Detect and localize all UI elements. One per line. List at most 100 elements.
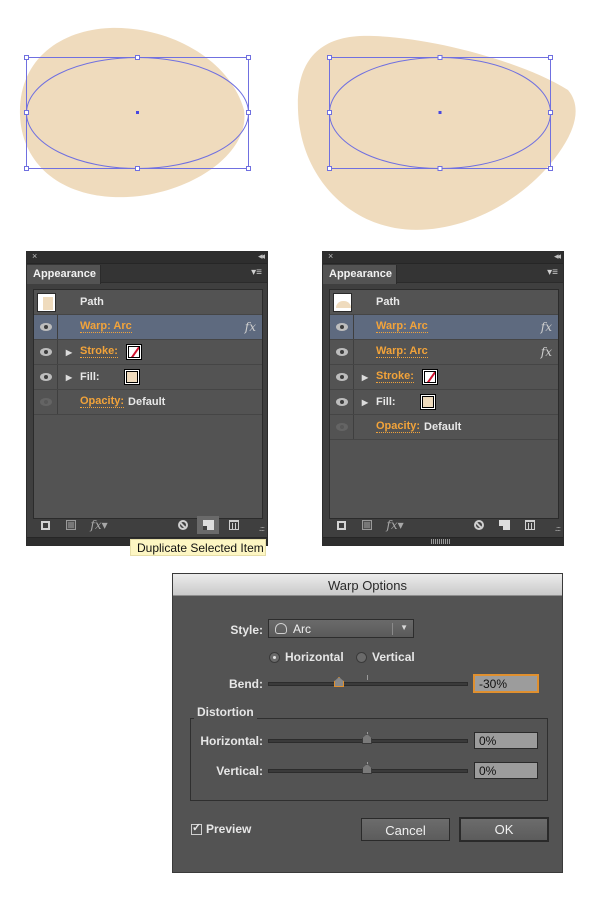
distortion-horizontal-input[interactable]: 0% xyxy=(474,732,538,749)
duplicate-icon xyxy=(498,520,510,530)
appearance-row-stroke[interactable]: ▶ Stroke: xyxy=(330,365,558,390)
visibility-eye-icon[interactable] xyxy=(39,348,52,356)
panel-titlebar[interactable]: × ◂◂ xyxy=(27,251,267,264)
visibility-eye-icon[interactable] xyxy=(335,373,348,381)
appearance-row-stroke[interactable]: ▶ Stroke: xyxy=(34,340,262,365)
stroke-swatch-none-icon[interactable] xyxy=(421,369,438,385)
shape-double-warp[interactable] xyxy=(297,35,576,230)
appearance-panel-left: × ◂◂ Appearance ▾≡ Path Warp: Arc fx ▶ S… xyxy=(26,251,268,546)
fill-square-icon xyxy=(66,520,76,530)
visibility-eye-icon[interactable] xyxy=(335,423,348,431)
appearance-list: Path Warp: Arc fx ▶ Stroke: ▶ Fill: Opac… xyxy=(33,289,263,519)
warp-arc-link[interactable]: Warp: Arc xyxy=(376,346,428,358)
resize-grip-icon[interactable]: .::: xyxy=(555,526,561,533)
duplicate-selected-item-button[interactable] xyxy=(496,517,512,533)
duplicate-selected-item-button[interactable] xyxy=(197,516,219,534)
path-row[interactable]: Path xyxy=(34,290,262,315)
bend-label: Bend: xyxy=(229,677,263,691)
warp-arc-link[interactable]: Warp: Arc xyxy=(80,321,132,333)
fill-swatch[interactable] xyxy=(419,394,436,410)
ok-button[interactable]: OK xyxy=(459,817,549,842)
add-new-stroke-button[interactable] xyxy=(333,517,349,533)
appearance-row-warp-arc[interactable]: Warp: Arc fx xyxy=(330,315,558,340)
shape-single-warp[interactable] xyxy=(19,27,245,198)
stroke-square-icon xyxy=(40,520,50,530)
visibility-eye-icon[interactable] xyxy=(335,348,348,356)
stroke-square-icon xyxy=(336,520,346,530)
opacity-link[interactable]: Opacity: xyxy=(376,421,421,433)
radio-unselected-icon xyxy=(356,651,367,663)
appearance-row-warp-arc-2[interactable]: Warp: Arc fx xyxy=(330,340,558,365)
path-row[interactable]: Path xyxy=(330,290,558,315)
preview-checkbox[interactable]: Preview xyxy=(191,821,251,836)
trash-icon xyxy=(525,520,535,530)
cancel-button[interactable]: Cancel xyxy=(361,818,450,841)
clear-appearance-button[interactable] xyxy=(175,517,191,533)
panel-footer: fx▾ .::: xyxy=(323,515,563,535)
add-effect-button[interactable]: fx▾ xyxy=(383,517,407,533)
bend-slider-track[interactable] xyxy=(268,682,468,686)
collapse-icon[interactable]: ◂◂ xyxy=(554,251,561,262)
visibility-eye-icon[interactable] xyxy=(39,373,52,381)
distortion-group-label: Distortion xyxy=(194,705,257,719)
collapse-icon[interactable]: ◂◂ xyxy=(258,251,265,262)
bend-slider-center-tick xyxy=(367,675,368,680)
distortion-vertical-label: Vertical: xyxy=(216,764,263,778)
opacity-value: Default xyxy=(128,396,166,408)
distortion-group xyxy=(190,718,548,801)
appearance-row-opacity[interactable]: Opacity: Default xyxy=(330,415,558,440)
appearance-row-fill[interactable]: ▶ Fill: xyxy=(34,365,262,390)
panel-resize-handle[interactable] xyxy=(431,539,451,544)
style-select-value: Arc xyxy=(293,621,311,636)
panel-bottom-bar xyxy=(323,537,563,545)
close-icon[interactable]: × xyxy=(328,251,333,261)
radio-vertical[interactable]: Vertical xyxy=(356,650,415,664)
close-icon[interactable]: × xyxy=(32,251,37,261)
expand-triangle-icon[interactable]: ▶ xyxy=(58,373,80,382)
delete-selected-item-button[interactable] xyxy=(226,517,242,533)
visibility-eye-icon[interactable] xyxy=(39,398,52,406)
visibility-eye-icon[interactable] xyxy=(335,398,348,406)
visibility-eye-icon[interactable] xyxy=(335,323,348,331)
opacity-link[interactable]: Opacity: xyxy=(80,396,125,408)
fx-icon: fx xyxy=(540,345,552,359)
expand-triangle-icon[interactable]: ▶ xyxy=(354,373,376,382)
artboard-canvas xyxy=(19,27,576,230)
stroke-link[interactable]: Stroke: xyxy=(80,346,118,358)
fill-square-icon xyxy=(362,520,372,530)
panel-titlebar[interactable]: × ◂◂ xyxy=(323,251,563,264)
bend-input[interactable]: -30% xyxy=(473,674,539,693)
resize-grip-icon[interactable]: .::: xyxy=(259,526,265,533)
style-select[interactable]: Arc ▼ xyxy=(268,619,414,638)
add-new-stroke-button[interactable] xyxy=(37,517,53,533)
path-thumbnail xyxy=(37,292,56,312)
appearance-row-opacity[interactable]: Opacity: Default xyxy=(34,390,262,415)
tab-appearance[interactable]: Appearance xyxy=(323,265,397,284)
add-new-fill-button[interactable] xyxy=(63,517,79,533)
dialog-title: Warp Options xyxy=(173,574,562,596)
panel-menu-icon[interactable]: ▾≡ xyxy=(251,267,262,278)
add-new-fill-button[interactable] xyxy=(359,517,375,533)
radio-horizontal[interactable]: Horizontal xyxy=(269,650,344,664)
path-label: Path xyxy=(376,296,400,308)
warp-arc-link[interactable]: Warp: Arc xyxy=(376,321,428,333)
tab-appearance[interactable]: Appearance xyxy=(27,265,101,284)
path-label: Path xyxy=(80,296,104,308)
appearance-row-warp-arc[interactable]: Warp: Arc fx xyxy=(34,315,262,340)
fill-swatch[interactable] xyxy=(123,369,140,385)
stroke-swatch-none-icon[interactable] xyxy=(125,344,142,360)
fx-icon: fx xyxy=(244,320,256,334)
bend-slider-thumb[interactable] xyxy=(334,677,344,687)
panel-menu-icon[interactable]: ▾≡ xyxy=(547,267,558,278)
expand-triangle-icon[interactable]: ▶ xyxy=(354,398,376,407)
add-effect-button[interactable]: fx▾ xyxy=(87,517,111,533)
distortion-vertical-input[interactable]: 0% xyxy=(474,762,538,779)
artboard xyxy=(0,0,600,240)
appearance-list: Path Warp: Arc fx Warp: Arc fx ▶ Stroke:… xyxy=(329,289,559,519)
clear-appearance-button[interactable] xyxy=(471,517,487,533)
expand-triangle-icon[interactable]: ▶ xyxy=(58,348,80,357)
visibility-eye-icon[interactable] xyxy=(39,323,52,331)
delete-selected-item-button[interactable] xyxy=(522,517,538,533)
appearance-row-fill[interactable]: ▶ Fill: xyxy=(330,390,558,415)
stroke-link[interactable]: Stroke: xyxy=(376,371,414,383)
